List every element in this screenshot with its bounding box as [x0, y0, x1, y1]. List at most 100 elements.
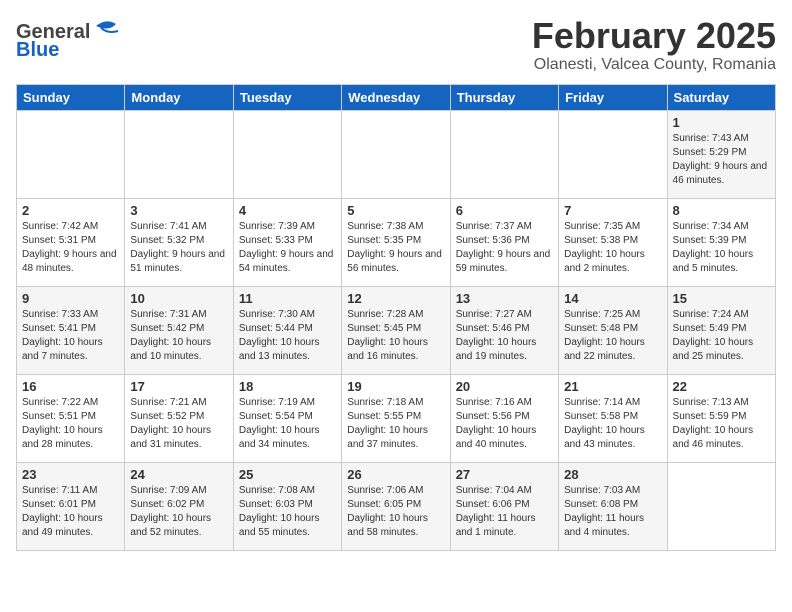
day-info: Sunrise: 7:13 AM Sunset: 5:59 PM Dayligh… [673, 396, 770, 452]
day-number: 7 [564, 203, 661, 218]
day-info: Sunrise: 7:06 AM Sunset: 6:05 PM Dayligh… [347, 484, 444, 540]
day-info: Sunrise: 7:43 AM Sunset: 5:29 PM Dayligh… [673, 132, 770, 188]
day-info: Sunrise: 7:37 AM Sunset: 5:36 PM Dayligh… [456, 220, 553, 276]
day-number: 24 [130, 467, 227, 482]
calendar-cell: 5Sunrise: 7:38 AM Sunset: 5:35 PM Daylig… [342, 198, 450, 286]
calendar-cell: 10 Sunrise: 7:31 AM Sunset: 5:42 PM Dayli… [125, 286, 233, 374]
day-info: Sunrise: 7:34 AM Sunset: 5:39 PM Dayligh… [673, 220, 770, 276]
day-number: 22 [673, 379, 770, 394]
day-info: Sunrise: 7:28 AM Sunset: 5:45 PM Dayligh… [347, 308, 444, 364]
day-info: Sunrise: 7:19 AM Sunset: 5:54 PM Dayligh… [239, 396, 336, 452]
day-number: 8 [673, 203, 770, 218]
calendar-cell: 8 Sunrise: 7:34 AM Sunset: 5:39 PM Daylig… [667, 198, 775, 286]
calendar-cell [342, 110, 450, 198]
calendar-cell: 23 Sunrise: 7:11 AM Sunset: 6:01 PM Dayli… [17, 462, 125, 550]
day-number: 12 [347, 291, 444, 306]
day-number: 15 [673, 291, 770, 306]
calendar-cell [559, 110, 667, 198]
day-info: Sunrise: 7:14 AM Sunset: 5:58 PM Dayligh… [564, 396, 661, 452]
calendar-cell: 3Sunrise: 7:41 AM Sunset: 5:32 PM Daylig… [125, 198, 233, 286]
day-info: Sunrise: 7:31 AM Sunset: 5:42 PM Dayligh… [130, 308, 227, 364]
day-info: Sunrise: 7:42 AM Sunset: 5:31 PM Dayligh… [22, 220, 119, 276]
calendar-week-5: 23 Sunrise: 7:11 AM Sunset: 6:01 PM Dayli… [17, 462, 776, 550]
calendar-cell: 1 Sunrise: 7:43 AM Sunset: 5:29 PM Daylig… [667, 110, 775, 198]
day-number: 16 [22, 379, 119, 394]
weekday-header-monday: Monday [125, 84, 233, 110]
calendar-cell: 16 Sunrise: 7:22 AM Sunset: 5:51 PM Dayli… [17, 374, 125, 462]
day-info: Sunrise: 7:35 AM Sunset: 5:38 PM Dayligh… [564, 220, 661, 276]
day-number: 28 [564, 467, 661, 482]
day-number: 26 [347, 467, 444, 482]
day-info: Sunrise: 7:25 AM Sunset: 5:48 PM Dayligh… [564, 308, 661, 364]
calendar-cell: 20 Sunrise: 7:16 AM Sunset: 5:56 PM Dayli… [450, 374, 558, 462]
weekday-header-thursday: Thursday [450, 84, 558, 110]
svg-text:Blue: Blue [16, 39, 59, 58]
logo-text: General Blue [16, 16, 126, 63]
day-number: 2 [22, 203, 119, 218]
day-info: Sunrise: 7:09 AM Sunset: 6:02 PM Dayligh… [130, 484, 227, 540]
calendar-cell: 7 Sunrise: 7:35 AM Sunset: 5:38 PM Daylig… [559, 198, 667, 286]
day-number: 21 [564, 379, 661, 394]
calendar-week-1: 1 Sunrise: 7:43 AM Sunset: 5:29 PM Daylig… [17, 110, 776, 198]
calendar-cell [17, 110, 125, 198]
calendar-cell: 28 Sunrise: 7:03 AM Sunset: 6:08 PM Dayli… [559, 462, 667, 550]
calendar-week-4: 16 Sunrise: 7:22 AM Sunset: 5:51 PM Dayli… [17, 374, 776, 462]
day-number: 25 [239, 467, 336, 482]
weekday-header-tuesday: Tuesday [233, 84, 341, 110]
calendar-cell: 6 Sunrise: 7:37 AM Sunset: 5:36 PM Daylig… [450, 198, 558, 286]
day-number: 14 [564, 291, 661, 306]
calendar-week-2: 2 Sunrise: 7:42 AM Sunset: 5:31 PM Daylig… [17, 198, 776, 286]
day-number: 20 [456, 379, 553, 394]
calendar-cell [667, 462, 775, 550]
calendar-cell: 13 Sunrise: 7:27 AM Sunset: 5:46 PM Dayli… [450, 286, 558, 374]
day-info: Sunrise: 7:30 AM Sunset: 5:44 PM Dayligh… [239, 308, 336, 364]
weekday-header-friday: Friday [559, 84, 667, 110]
day-info: Sunrise: 7:41 AM Sunset: 5:32 PM Dayligh… [130, 220, 227, 276]
day-number: 10 [130, 291, 227, 306]
day-number: 4 [239, 203, 336, 218]
calendar-week-3: 9Sunrise: 7:33 AM Sunset: 5:41 PM Daylig… [17, 286, 776, 374]
month-title: February 2025 [532, 16, 776, 56]
day-number: 23 [22, 467, 119, 482]
calendar-cell: 18 Sunrise: 7:19 AM Sunset: 5:54 PM Dayli… [233, 374, 341, 462]
day-info: Sunrise: 7:24 AM Sunset: 5:49 PM Dayligh… [673, 308, 770, 364]
day-number: 9 [22, 291, 119, 306]
calendar-cell [450, 110, 558, 198]
calendar-table: SundayMondayTuesdayWednesdayThursdayFrid… [16, 84, 776, 551]
calendar-cell: 24 Sunrise: 7:09 AM Sunset: 6:02 PM Dayli… [125, 462, 233, 550]
calendar-cell: 11 Sunrise: 7:30 AM Sunset: 5:44 PM Dayli… [233, 286, 341, 374]
logo: General Blue [16, 16, 126, 63]
day-info: Sunrise: 7:18 AM Sunset: 5:55 PM Dayligh… [347, 396, 444, 452]
day-number: 6 [456, 203, 553, 218]
day-info: Sunrise: 7:22 AM Sunset: 5:51 PM Dayligh… [22, 396, 119, 452]
day-info: Sunrise: 7:03 AM Sunset: 6:08 PM Dayligh… [564, 484, 661, 540]
calendar-cell: 26 Sunrise: 7:06 AM Sunset: 6:05 PM Dayli… [342, 462, 450, 550]
calendar-cell: 14 Sunrise: 7:25 AM Sunset: 5:48 PM Dayli… [559, 286, 667, 374]
day-number: 1 [673, 115, 770, 130]
day-info: Sunrise: 7:21 AM Sunset: 5:52 PM Dayligh… [130, 396, 227, 452]
location: Olanesti, Valcea County, Romania [532, 56, 776, 74]
calendar-cell: 27 Sunrise: 7:04 AM Sunset: 6:06 PM Dayli… [450, 462, 558, 550]
day-info: Sunrise: 7:04 AM Sunset: 6:06 PM Dayligh… [456, 484, 553, 540]
day-number: 13 [456, 291, 553, 306]
day-number: 11 [239, 291, 336, 306]
day-info: Sunrise: 7:16 AM Sunset: 5:56 PM Dayligh… [456, 396, 553, 452]
calendar-cell: 19 Sunrise: 7:18 AM Sunset: 5:55 PM Dayli… [342, 374, 450, 462]
calendar-cell: 25Sunrise: 7:08 AM Sunset: 6:03 PM Dayli… [233, 462, 341, 550]
calendar-cell: 17Sunrise: 7:21 AM Sunset: 5:52 PM Dayli… [125, 374, 233, 462]
calendar-cell [125, 110, 233, 198]
day-info: Sunrise: 7:27 AM Sunset: 5:46 PM Dayligh… [456, 308, 553, 364]
weekday-header-sunday: Sunday [17, 84, 125, 110]
calendar-cell [233, 110, 341, 198]
day-info: Sunrise: 7:38 AM Sunset: 5:35 PM Dayligh… [347, 220, 444, 276]
calendar-cell: 2 Sunrise: 7:42 AM Sunset: 5:31 PM Daylig… [17, 198, 125, 286]
calendar-cell: 4Sunrise: 7:39 AM Sunset: 5:33 PM Daylig… [233, 198, 341, 286]
day-number: 27 [456, 467, 553, 482]
day-number: 18 [239, 379, 336, 394]
day-info: Sunrise: 7:11 AM Sunset: 6:01 PM Dayligh… [22, 484, 119, 540]
calendar-body: 1 Sunrise: 7:43 AM Sunset: 5:29 PM Daylig… [17, 110, 776, 550]
calendar-cell: 22 Sunrise: 7:13 AM Sunset: 5:59 PM Dayli… [667, 374, 775, 462]
calendar-cell: 15 Sunrise: 7:24 AM Sunset: 5:49 PM Dayli… [667, 286, 775, 374]
day-number: 19 [347, 379, 444, 394]
calendar-cell: 12 Sunrise: 7:28 AM Sunset: 5:45 PM Dayli… [342, 286, 450, 374]
